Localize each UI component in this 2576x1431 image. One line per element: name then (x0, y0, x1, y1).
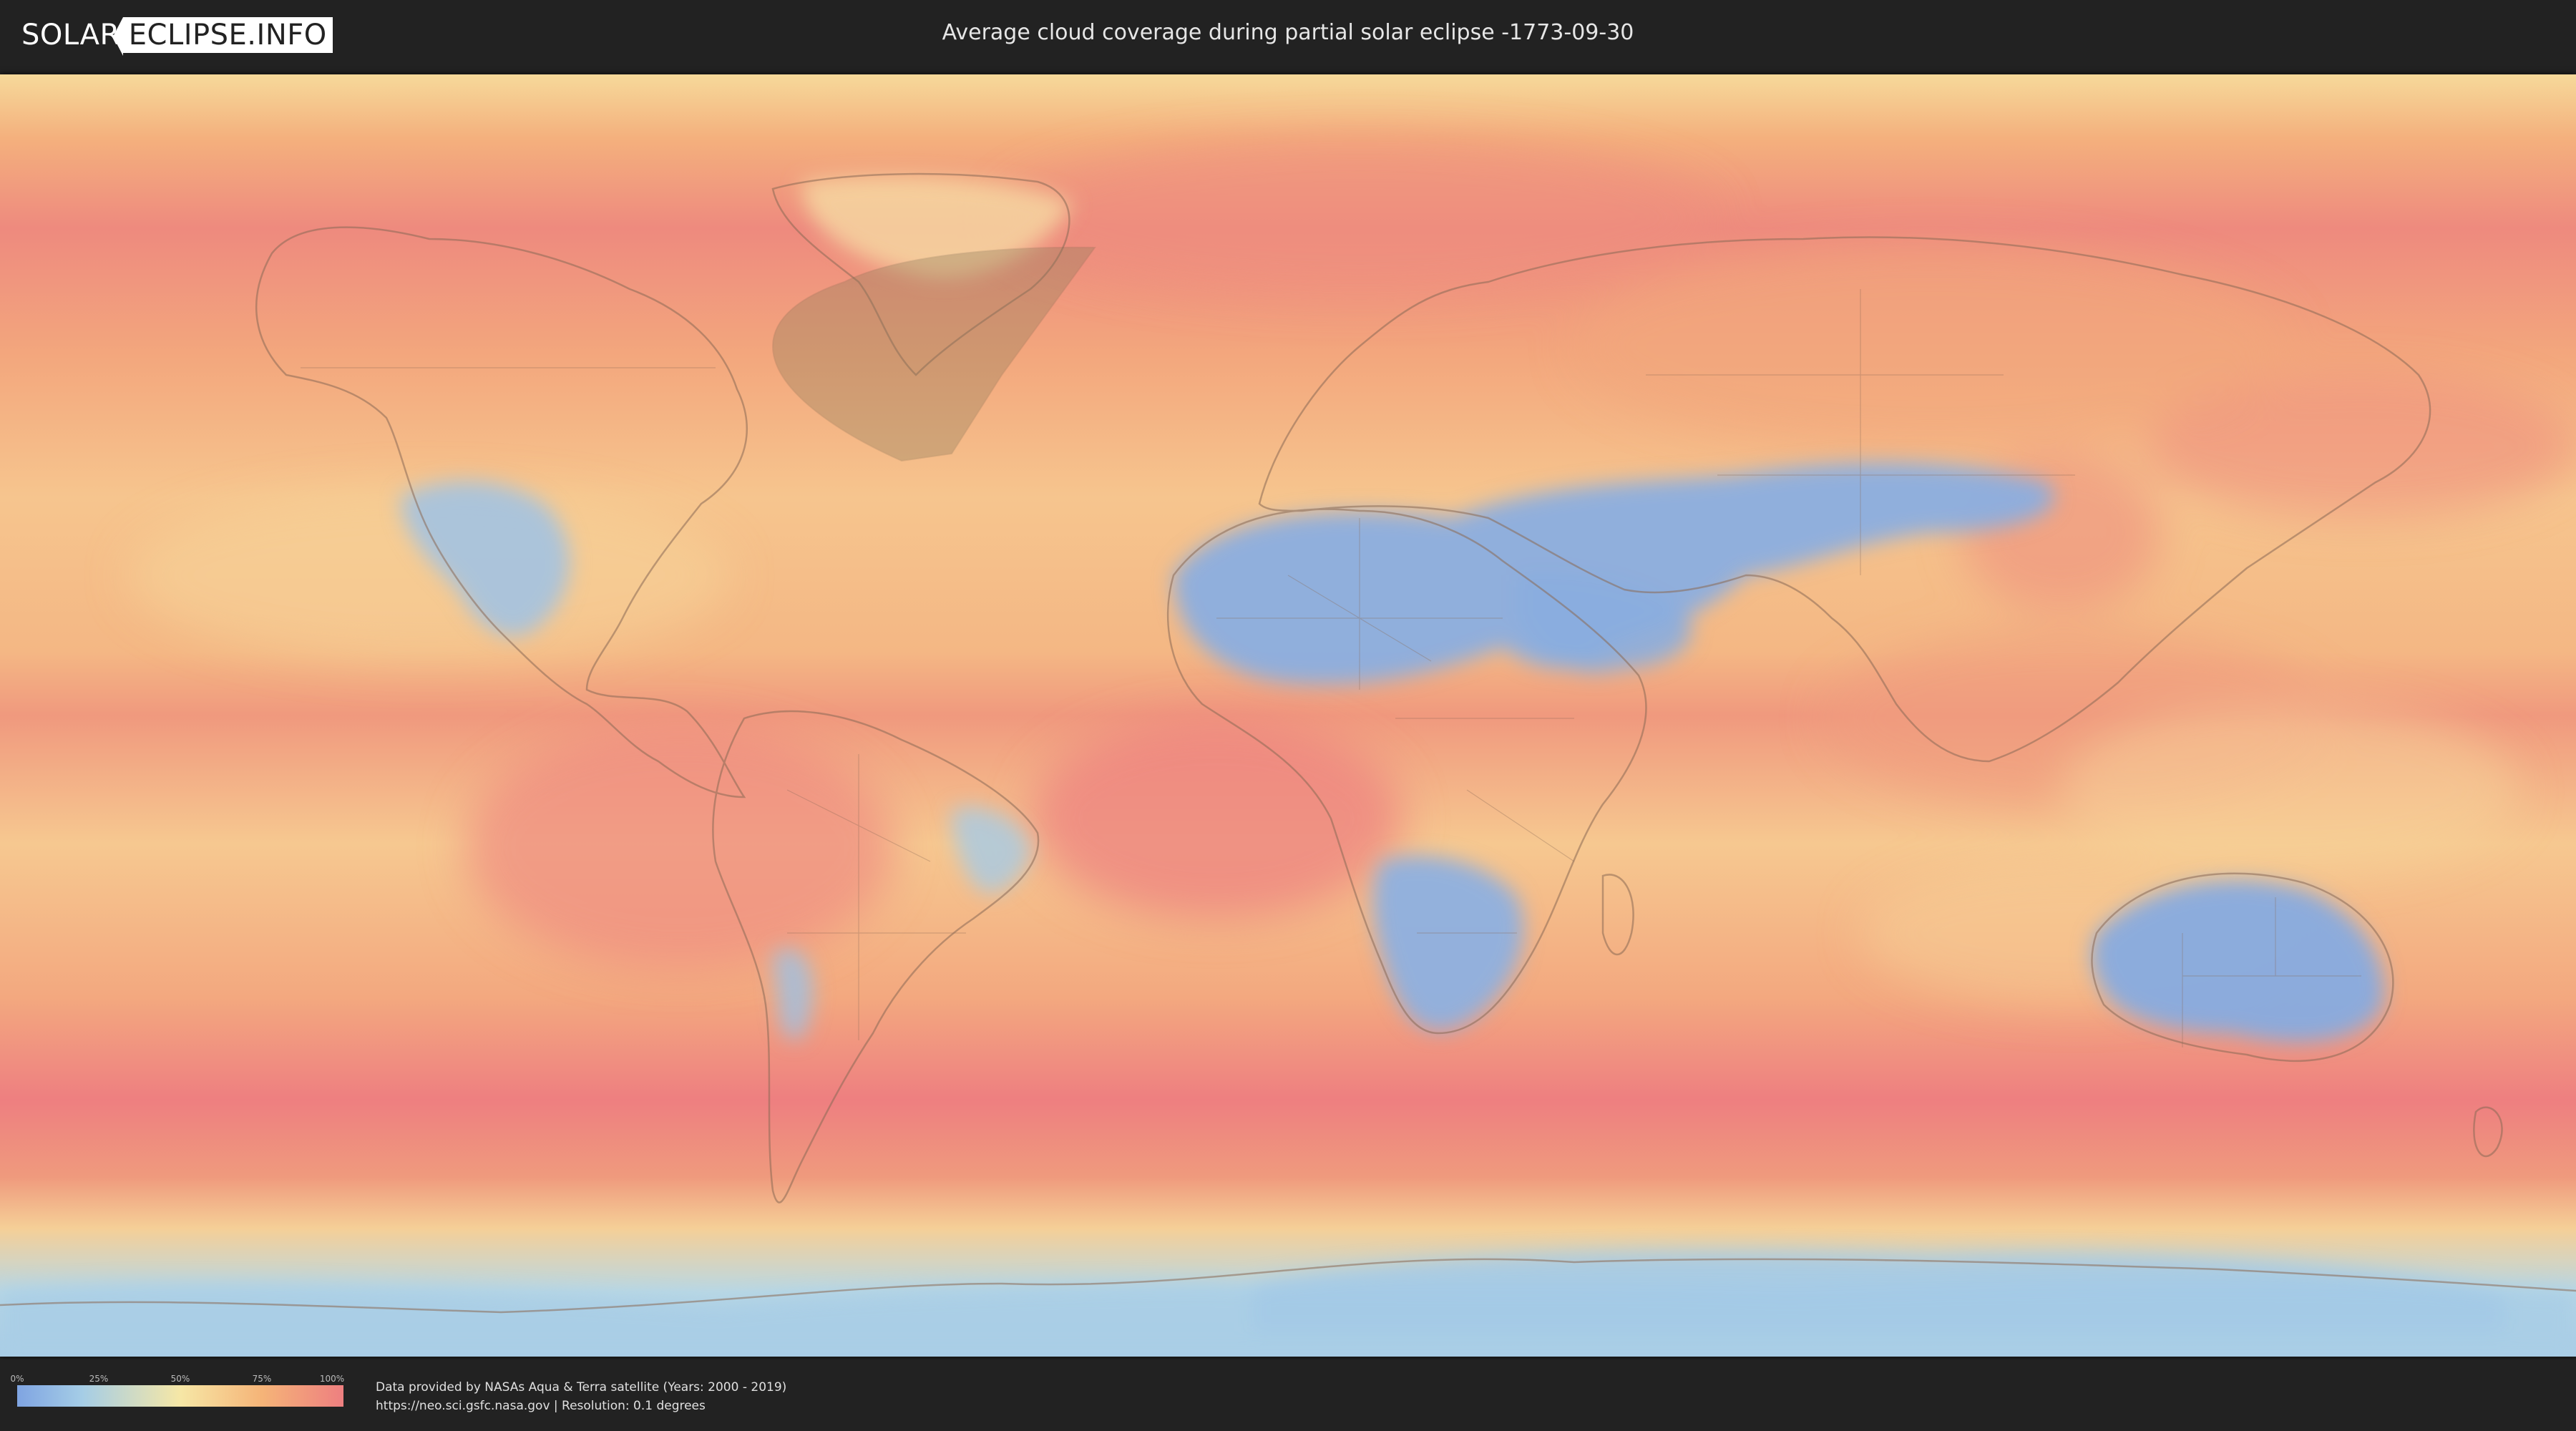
cloud-coverage-map[interactable] (0, 74, 2576, 1357)
data-credits: Data provided by NASAs Aqua & Terra sate… (376, 1378, 786, 1415)
page-title: Average cloud coverage during partial so… (942, 20, 1634, 45)
legend-tick-0: 0% (10, 1374, 24, 1384)
cloud-coverage-legend: 0% 25% 50% 75% 100% (10, 1374, 345, 1407)
header-bar: SOLAR ECLIPSE.INFO Average cloud coverag… (0, 0, 2576, 72)
legend-color-bar (17, 1385, 343, 1407)
credit-line-source: Data provided by NASAs Aqua & Terra sate… (376, 1380, 787, 1395)
legend-ticks: 0% 25% 50% 75% 100% (10, 1374, 345, 1385)
footer-bar: 0% 25% 50% 75% 100% Data provided by NAS… (0, 1359, 2576, 1431)
map-canvas (0, 74, 2576, 1357)
legend-tick-75: 75% (252, 1374, 272, 1384)
legend-tick-100: 100% (319, 1374, 345, 1384)
credit-line-url[interactable]: https://neo.sci.gsfc.nasa.gov | Resoluti… (376, 1397, 786, 1415)
legend-tick-50: 50% (170, 1374, 190, 1384)
legend-tick-25: 25% (89, 1374, 109, 1384)
